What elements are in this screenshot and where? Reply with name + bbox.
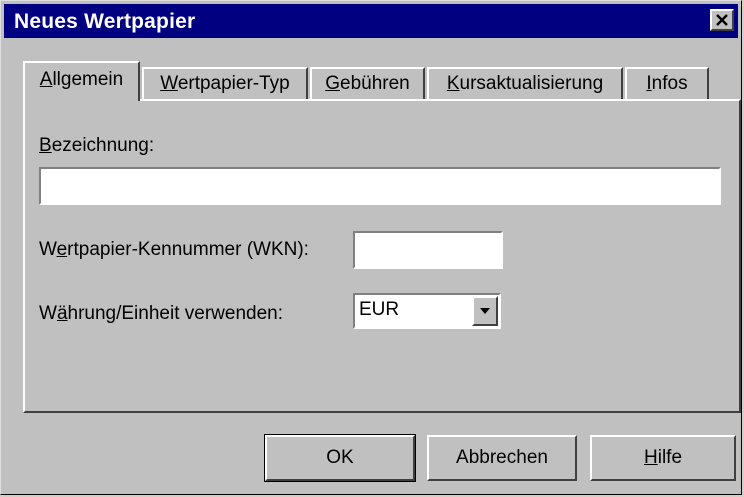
- help-button-label: Hilfe: [643, 447, 683, 468]
- tab-label-allgemein: Allgemein: [39, 69, 124, 90]
- bezeichnung-field[interactable]: [39, 167, 721, 205]
- window-title: Neues Wertpapier: [14, 10, 196, 33]
- tab-gebuehren[interactable]: Gebühren: [310, 67, 425, 99]
- close-button[interactable]: [710, 9, 734, 31]
- tab-kursaktualisierung[interactable]: Kursaktualisierung: [427, 67, 623, 99]
- cancel-button-label: Abbrechen: [456, 447, 548, 468]
- tab-label-wertpapier-typ: Wertpapier-Typ: [160, 73, 290, 94]
- tab-infos[interactable]: Infos: [625, 67, 709, 99]
- tab-label-gebuehren: Gebühren: [325, 73, 410, 94]
- dropdown-arrow-icon: [480, 308, 490, 314]
- tab-strip: Allgemein Wertpapier-Typ Gebühren Kursak…: [23, 61, 723, 101]
- ok-button-label: OK: [326, 447, 354, 468]
- cancel-button[interactable]: Abbrechen: [427, 435, 577, 481]
- tab-wertpapier-typ[interactable]: Wertpapier-Typ: [142, 67, 308, 99]
- wkn-label: Wertpapier-Kennummer (WKN):: [39, 239, 309, 260]
- waehrung-label: Währung/Einheit verwenden:: [39, 303, 283, 324]
- waehrung-selected-value: EUR: [359, 299, 400, 320]
- ok-button[interactable]: OK: [264, 434, 416, 482]
- waehrung-select[interactable]: EUR: [353, 293, 501, 329]
- help-button[interactable]: Hilfe: [590, 435, 736, 481]
- waehrung-dropdown-button[interactable]: [472, 296, 498, 326]
- tab-label-kursaktualisierung: Kursaktualisierung: [446, 73, 604, 94]
- title-bar: Neues Wertpapier: [4, 4, 738, 38]
- close-icon: [716, 14, 728, 26]
- wkn-field[interactable]: [353, 231, 503, 269]
- tab-label-infos: Infos: [646, 73, 688, 94]
- bezeichnung-label: Bezeichnung:: [39, 135, 155, 156]
- tab-panel-allgemein: Bezeichnung: Wertpapier-Kennummer (WKN):…: [23, 99, 741, 413]
- dialog-window: Neues Wertpapier Allgemein Wertpapier-Ty…: [0, 0, 742, 495]
- tab-allgemein[interactable]: Allgemein: [23, 61, 140, 101]
